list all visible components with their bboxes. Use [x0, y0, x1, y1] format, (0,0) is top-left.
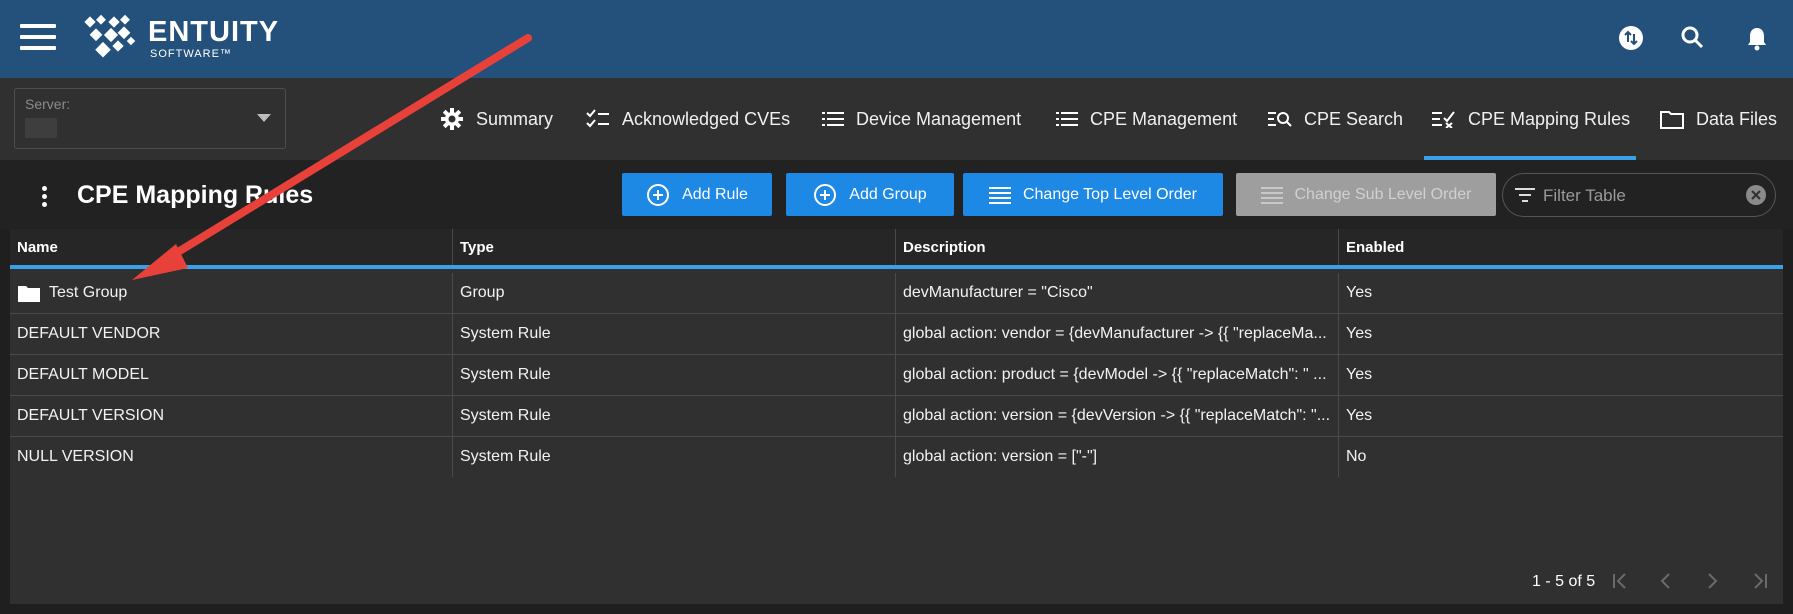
clear-icon[interactable] — [1745, 184, 1767, 206]
cell-enabled: Yes — [1346, 284, 1373, 301]
first-page-icon[interactable] — [1608, 569, 1632, 593]
tab-cpe-mapping-rules[interactable]: CPE Mapping Rules — [1424, 78, 1636, 160]
list-icon — [1056, 112, 1078, 126]
pagination-range: 1 - 5 of 5 — [1532, 573, 1596, 590]
brand-name: ENTUITY — [148, 16, 280, 48]
tab-label: CPE Mapping Rules — [1468, 108, 1631, 129]
add-circle-icon — [814, 183, 837, 206]
tab-label: Acknowledged CVEs — [622, 108, 791, 129]
next-page-icon[interactable] — [1700, 569, 1724, 593]
table-row[interactable]: DEFAULT VENDOR System Rule global action… — [10, 314, 1783, 355]
tab-data-files[interactable]: Data Files — [1660, 78, 1777, 160]
row-description: global action: vendor = {devManufacturer… — [903, 325, 1327, 342]
folder-icon — [18, 286, 40, 302]
tab-label: Data Files — [1696, 108, 1778, 129]
rules-table: Name Type Description Enabled Test Group… — [10, 229, 1783, 604]
list-icon — [822, 112, 844, 126]
server-value — [25, 118, 57, 138]
change-sub-level-order-label: Change Sub Level Order — [1294, 185, 1472, 203]
nav-bar: Server: Summary Acknowledged CVEs Device… — [0, 78, 1793, 160]
tab-label: CPE Management — [1090, 108, 1238, 129]
column-header-enabled[interactable]: Enabled — [1339, 229, 1783, 265]
tab-cpe-management[interactable]: CPE Management — [1056, 78, 1237, 160]
bell-icon[interactable] — [1743, 24, 1771, 52]
tab-device-management[interactable]: Device Management — [822, 78, 1021, 160]
tab-acknowledged-cves[interactable]: Acknowledged CVEs — [586, 78, 790, 160]
add-circle-icon — [647, 183, 670, 206]
checklist-icon — [586, 109, 609, 128]
reorder-icon — [988, 186, 1011, 204]
row-name: Test Group — [49, 284, 128, 301]
cell-enabled: Yes — [1346, 325, 1373, 342]
brand-sub: SOFTWARE™ — [150, 48, 232, 60]
table-row[interactable]: DEFAULT VERSION System Rule global actio… — [10, 396, 1783, 437]
row-description: devManufacturer = "Cisco" — [903, 284, 1093, 301]
cell-type: System Rule — [453, 396, 896, 436]
table-row[interactable]: NULL VERSION System Rule global action: … — [10, 437, 1783, 478]
cell-name: Test Group — [10, 273, 453, 313]
table-row[interactable]: DEFAULT MODEL System Rule global action:… — [10, 355, 1783, 396]
cell-description: devManufacturer = "Cisco" — [896, 273, 1339, 313]
cell-type: Group — [453, 273, 896, 313]
sync-icon[interactable] — [1617, 24, 1645, 52]
cell-description: global action: version = {devVersion -> … — [896, 396, 1339, 436]
cell-description: global action: product = {devModel -> {{… — [896, 355, 1339, 395]
entuity-logo-icon — [84, 14, 136, 58]
tab-label: CPE Search — [1304, 108, 1404, 129]
cell-enabled: Yes — [1346, 366, 1373, 383]
row-description: global action: product = {devModel -> {{… — [903, 366, 1327, 383]
search-icon[interactable] — [1679, 24, 1707, 52]
cell-type: System Rule — [453, 437, 896, 477]
filter-icon — [1515, 188, 1535, 202]
top-bar: ENTUITY SOFTWARE™ — [0, 0, 1793, 78]
rule-check-icon — [1432, 111, 1455, 128]
add-group-label: Add Group — [849, 185, 927, 203]
page-header: CPE Mapping Rules Add Rule Add Group Cha… — [0, 160, 1793, 229]
server-label: Server: — [25, 96, 71, 112]
table-row[interactable]: Test Group Group devManufacturer = "Cisc… — [10, 273, 1783, 314]
row-description: global action: version = {devVersion -> … — [903, 407, 1331, 424]
column-header-name[interactable]: Name — [10, 229, 453, 265]
cell-name: DEFAULT VERSION — [10, 396, 453, 436]
cell-description: global action: vendor = {devManufacturer… — [896, 314, 1339, 354]
filter-table-input[interactable]: Filter Table — [1502, 173, 1776, 217]
filter-placeholder: Filter Table — [1543, 186, 1626, 205]
previous-page-icon[interactable] — [1654, 569, 1678, 593]
chevron-down-icon — [257, 114, 271, 122]
folder-icon — [1660, 111, 1684, 129]
change-top-level-order-label: Change Top Level Order — [1022, 185, 1198, 203]
column-header-type[interactable]: Type — [453, 229, 896, 265]
tab-cpe-search[interactable]: CPE Search — [1268, 78, 1403, 160]
column-header-description[interactable]: Description — [896, 229, 1339, 265]
add-group-button[interactable]: Add Group — [786, 173, 954, 216]
search-list-icon — [1268, 112, 1292, 127]
gear-icon — [441, 108, 463, 130]
tab-label: Summary — [476, 108, 554, 129]
tab-summary[interactable]: Summary — [440, 78, 553, 160]
cell-description: global action: version = ["-"] — [896, 437, 1339, 477]
page-title: CPE Mapping Rules — [77, 181, 314, 209]
add-rule-label: Add Rule — [682, 185, 748, 203]
change-top-level-order-button[interactable]: Change Top Level Order — [963, 173, 1223, 216]
change-sub-level-order-button[interactable]: Change Sub Level Order — [1236, 173, 1496, 216]
row-description: global action: version = ["-"] — [903, 448, 1098, 465]
cell-enabled: No — [1346, 448, 1367, 465]
cell-name: NULL VERSION — [10, 437, 453, 477]
cell-type: System Rule — [453, 314, 896, 354]
more-vert-icon[interactable] — [42, 186, 48, 210]
cell-type: System Rule — [453, 355, 896, 395]
last-page-icon[interactable] — [1748, 569, 1772, 593]
table-header: Name Type Description Enabled — [10, 229, 1783, 269]
add-rule-button[interactable]: Add Rule — [622, 173, 772, 216]
cell-name: DEFAULT VENDOR — [10, 314, 453, 354]
cell-enabled: Yes — [1346, 407, 1373, 424]
cell-name: DEFAULT MODEL — [10, 355, 453, 395]
tab-label: Device Management — [856, 108, 1022, 129]
server-select[interactable]: Server: — [14, 88, 286, 149]
menu-icon[interactable] — [20, 24, 56, 50]
reorder-icon — [1260, 186, 1283, 204]
